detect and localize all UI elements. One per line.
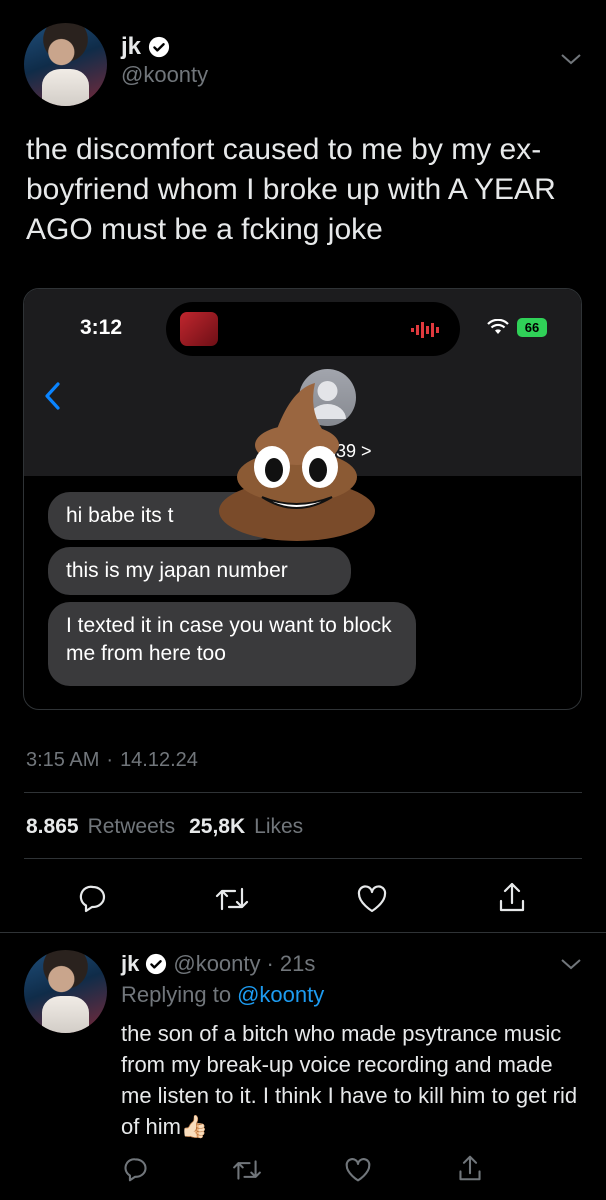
likes-label[interactable]: Likes: [254, 815, 303, 839]
likes-count[interactable]: 25,8K: [189, 815, 245, 839]
share-icon[interactable]: [497, 881, 527, 913]
author-display-name[interactable]: jk: [121, 33, 141, 61]
like-icon[interactable]: [344, 1157, 372, 1183]
album-art-thumbnail: [180, 312, 218, 346]
replying-prefix: Replying to: [121, 982, 232, 1007]
reply-age[interactable]: 21s: [280, 951, 315, 977]
divider: [0, 932, 606, 933]
reply-author-handle[interactable]: @koonty: [173, 951, 260, 977]
author-handle[interactable]: @koonty: [121, 62, 208, 88]
retweet-icon[interactable]: [232, 1158, 262, 1182]
author-avatar[interactable]: [24, 23, 107, 106]
share-icon[interactable]: [457, 1154, 483, 1182]
tweet-text: the discomfort caused to me by my ex-boy…: [26, 133, 556, 246]
replying-to: Replying to @koonty: [121, 982, 324, 1008]
dynamic-island: [166, 302, 460, 356]
battery-indicator: 66: [517, 318, 547, 337]
reply-text-block: the son of a bitch who made psytrance mu…: [121, 1018, 581, 1142]
separator-dot: ·: [106, 749, 114, 771]
separator-dot: ·: [266, 951, 274, 976]
author-name-row[interactable]: jk: [121, 32, 170, 62]
tweet-timestamp[interactable]: 3:15 AM · 14.12.24: [26, 749, 198, 772]
status-bar-time: 3:12: [80, 316, 123, 339]
chevron-down-icon[interactable]: [560, 52, 582, 66]
like-icon[interactable]: [356, 884, 388, 914]
replying-to-link[interactable]: @koonty: [237, 982, 324, 1008]
verified-badge-icon: [148, 36, 170, 58]
reply-author-avatar[interactable]: [24, 950, 107, 1033]
tweet-time: 3:15 AM: [26, 749, 100, 771]
reply-icon[interactable]: [123, 1156, 149, 1182]
poop-emoji-sticker: [212, 379, 382, 544]
retweet-icon[interactable]: [215, 885, 249, 913]
retweets-label[interactable]: Retweets: [88, 815, 176, 839]
reply-header: jk @koonty · 21s: [121, 950, 315, 978]
audio-waveform-icon: [411, 322, 441, 338]
reply-icon[interactable]: [78, 883, 108, 913]
thumbs-up-emoji: 👍🏻: [180, 1114, 209, 1139]
divider: [24, 858, 582, 859]
divider: [24, 792, 582, 793]
message-bubble: this is my japan number: [48, 547, 351, 595]
chevron-down-icon[interactable]: [560, 957, 582, 971]
tweet-stats: 8.865 Retweets 25,8K Likes: [26, 815, 303, 839]
wifi-icon: [487, 319, 509, 335]
embedded-screenshot[interactable]: 3:12 66 2839 > hi babe its t this is my …: [23, 288, 582, 710]
tweet-date: 14.12.24: [120, 749, 198, 771]
message-bubble: I texted it in case you want to block me…: [48, 602, 416, 686]
reply-author-name[interactable]: jk: [121, 951, 139, 977]
retweets-count[interactable]: 8.865: [26, 815, 79, 839]
verified-badge-icon: [145, 953, 167, 975]
back-chevron-icon[interactable]: [42, 381, 62, 411]
